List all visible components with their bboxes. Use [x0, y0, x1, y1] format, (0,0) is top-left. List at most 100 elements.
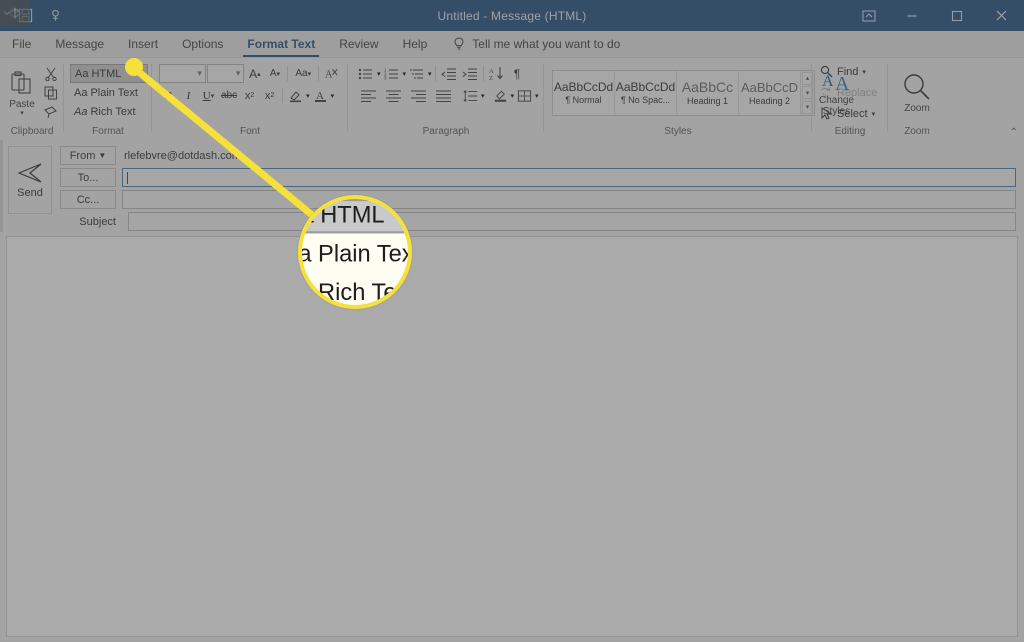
ribbon-display-options-icon[interactable] [849, 0, 889, 31]
shrink-font-icon[interactable]: A ▾ [265, 64, 284, 83]
clear-formatting-icon[interactable]: A [322, 64, 341, 83]
paste-button[interactable]: Paste ▾ [4, 70, 40, 117]
to-button[interactable]: To... [60, 168, 116, 187]
ribbon-group-editing: Find ▾ b Replace Select ▾ Editing [812, 58, 888, 140]
tab-review-label: Review [339, 37, 379, 51]
from-button[interactable]: From ▼ [60, 146, 116, 165]
find-button[interactable]: Find ▾ [820, 62, 884, 81]
format-html-button[interactable]: Aa HTML [70, 64, 148, 83]
maximize-icon[interactable] [934, 0, 979, 31]
save-icon[interactable] [10, 3, 40, 29]
align-center-icon[interactable] [381, 86, 405, 105]
text-highlight-color-icon[interactable] [286, 86, 305, 105]
cc-label: Cc... [76, 193, 100, 206]
tab-message[interactable]: Message [43, 31, 116, 57]
shading-icon[interactable] [491, 86, 510, 105]
svg-text:Z: Z [489, 75, 493, 81]
replace-label: Replace [837, 86, 878, 99]
style-normal[interactable]: AaBbCcDd ¶ Normal [553, 70, 615, 115]
style-heading-1-sample: AaBbCc [681, 79, 734, 95]
close-icon[interactable] [979, 0, 1024, 31]
line-spacing-icon[interactable] [461, 86, 480, 105]
style-no-spacing[interactable]: AaBbCcDd ¶ No Spac... [615, 70, 677, 115]
tab-review[interactable]: Review [327, 31, 390, 57]
format-rich-text-button[interactable]: Aa Rich Text [70, 103, 148, 121]
cc-input[interactable] [122, 190, 1016, 209]
subscript-icon[interactable]: x2 [240, 86, 259, 105]
tell-me-search[interactable]: Tell me what you want to do [439, 31, 620, 57]
replace-button[interactable]: b Replace [820, 83, 884, 102]
ribbon-tabs: File Message Insert Options Format Text … [0, 31, 1024, 58]
copy-icon[interactable] [42, 84, 60, 101]
pilcrow-glyph: ¶ [513, 66, 521, 81]
chevron-up-icon[interactable]: ⌃ [1010, 127, 1018, 138]
tab-format-text[interactable]: Format Text [235, 31, 327, 57]
cc-button[interactable]: Cc... [60, 190, 116, 209]
tab-options[interactable]: Options [170, 31, 235, 57]
select-button[interactable]: Select ▾ [820, 104, 884, 123]
bold-icon[interactable]: B [159, 86, 178, 105]
increase-indent-icon[interactable] [460, 64, 480, 83]
subject-row: Subject [60, 212, 1016, 231]
underline-icon[interactable]: U ▾ [199, 86, 218, 105]
change-case-icon[interactable]: Aa ▾ [291, 64, 315, 83]
style-heading-1[interactable]: AaBbCc Heading 1 [677, 70, 739, 115]
format-plain-text-button[interactable]: Aa Plain Text [70, 84, 148, 102]
justify-icon[interactable] [431, 86, 455, 105]
format-group-label: Format [92, 126, 124, 137]
multilevel-list-icon[interactable] [407, 64, 427, 83]
message-header: Send From ▼ rlefebvre@dotdash.com To... … [0, 140, 1024, 232]
font-name-chevron-icon[interactable]: ▾ [197, 68, 202, 79]
message-body-editor[interactable] [6, 236, 1018, 637]
tab-file-label: File [12, 37, 32, 51]
grow-font-icon[interactable]: A ▴ [245, 64, 264, 83]
strikethrough-icon[interactable]: abc [219, 86, 239, 105]
format-html-prefix: Aa [75, 67, 89, 80]
borders-icon[interactable] [515, 86, 534, 105]
paste-dropdown-icon[interactable]: ▾ [20, 110, 24, 117]
to-input[interactable] [122, 168, 1016, 187]
svg-text:A: A [325, 70, 333, 81]
cut-icon[interactable] [42, 65, 60, 82]
paragraph-group-label: Paragraph [422, 126, 470, 137]
ribbon: Paste ▾ Clipboard Aa HTML Aa Plain Text … [0, 58, 1024, 140]
tell-me-label: Tell me what you want to do [472, 37, 621, 51]
tab-file[interactable]: File [0, 31, 43, 57]
tab-insert[interactable]: Insert [116, 31, 170, 57]
show-formatting-marks-icon[interactable]: ¶ [508, 64, 527, 83]
zoom-button[interactable]: Zoom [892, 72, 942, 114]
tab-insert-label: Insert [128, 37, 159, 51]
bullets-icon[interactable] [356, 64, 376, 83]
subject-label-wrap: Subject [60, 212, 122, 231]
select-dropdown-icon[interactable]: ▾ [872, 110, 876, 118]
find-dropdown-icon[interactable]: ▾ [862, 68, 866, 76]
font-name-combo[interactable]: ▾ [159, 64, 206, 83]
font-group-label: Font [239, 126, 260, 137]
italic-icon[interactable]: I [179, 86, 198, 105]
numbering-icon[interactable]: 123 [382, 64, 402, 83]
ribbon-group-font: ▾ ▾ A ▴ A ▾ Aa ▾ A B I U ▾ abc x 2 x 2 ▾… [152, 58, 348, 140]
format-painter-icon[interactable] [42, 103, 60, 120]
sort-icon[interactable]: AZ [487, 64, 507, 83]
superscript-icon[interactable]: x2 [260, 86, 279, 105]
styles-gallery: AaBbCcDd ¶ Normal AaBbCcDd ¶ No Spac... … [552, 69, 815, 116]
align-right-icon[interactable] [406, 86, 430, 105]
style-no-spacing-name: ¶ No Spac... [620, 95, 671, 105]
minimize-icon[interactable] [889, 0, 934, 31]
from-value: rlefebvre@dotdash.com [124, 149, 241, 162]
ribbon-group-zoom: Zoom Zoom [888, 58, 946, 140]
font-color-icon[interactable]: A [311, 86, 330, 105]
ribbon-group-clipboard: Paste ▾ Clipboard [0, 58, 64, 140]
style-heading-2[interactable]: AaBbCcD Heading 2 [739, 70, 801, 115]
align-left-icon[interactable] [356, 86, 380, 105]
from-chevron-down-icon[interactable]: ▼ [98, 151, 106, 160]
send-button[interactable]: Send [8, 146, 52, 214]
font-size-chevron-icon[interactable]: ▾ [236, 68, 241, 79]
outlook-compose-window: Untitled - Message (HTML) File Message I… [0, 0, 1024, 642]
tab-help[interactable]: Help [391, 31, 440, 57]
font-size-combo[interactable]: ▾ [206, 64, 245, 83]
touch-mouse-mode-icon[interactable] [40, 3, 70, 29]
to-label: To... [77, 171, 99, 184]
decrease-indent-icon[interactable] [439, 64, 459, 83]
subject-input[interactable] [128, 212, 1016, 231]
